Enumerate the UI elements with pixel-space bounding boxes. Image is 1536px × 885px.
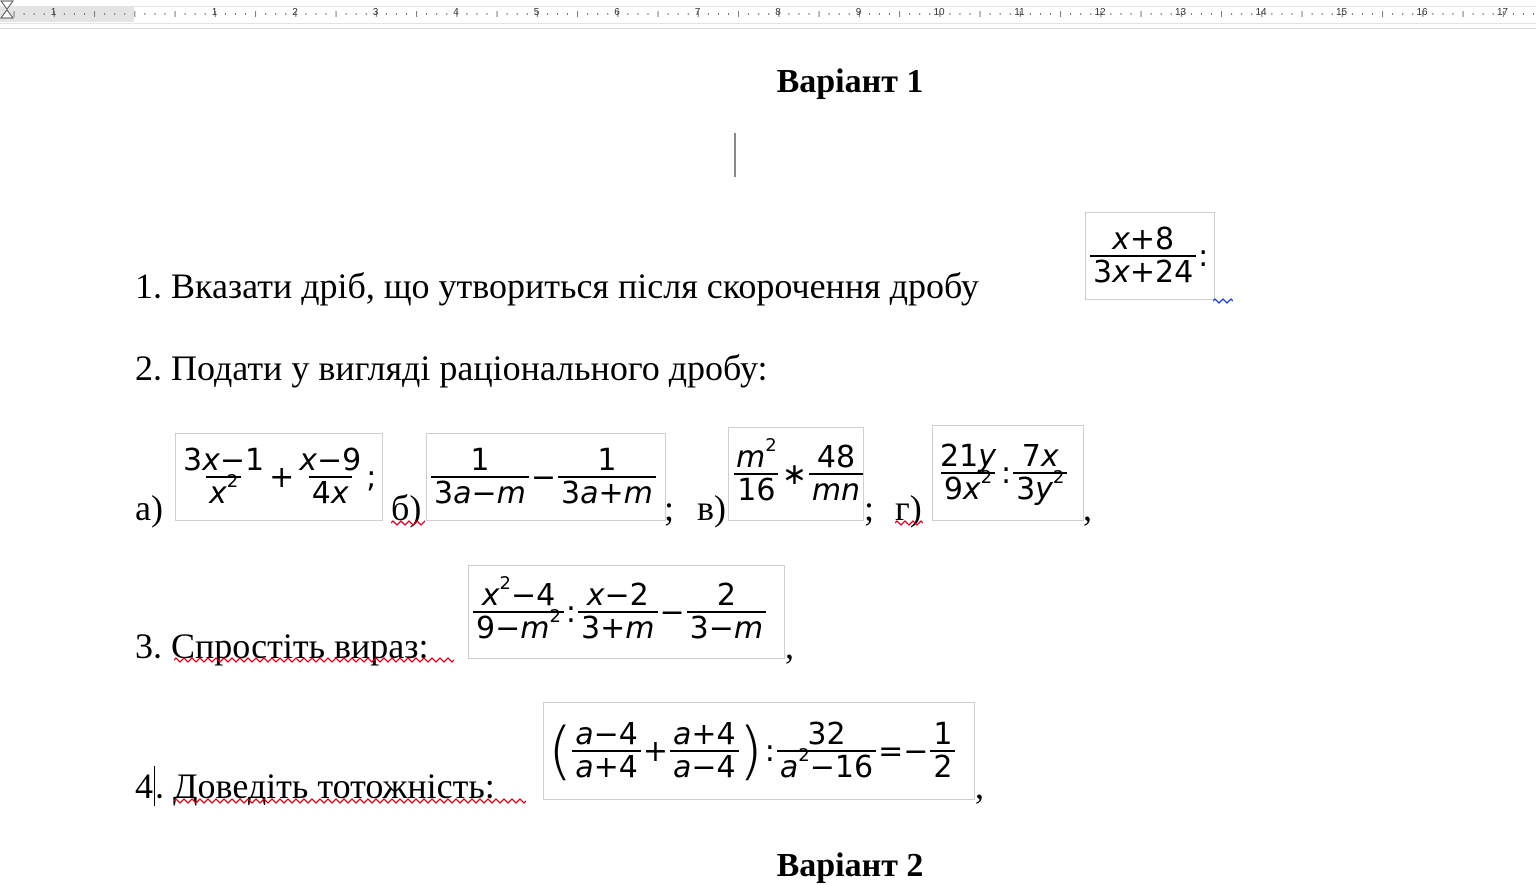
spell-underline	[174, 798, 526, 804]
ruler-number: 17	[1496, 7, 1509, 18]
ruler-number: 6	[614, 7, 620, 18]
semicolon-b: ;	[664, 488, 675, 528]
fraction: x+8 3x+24	[1090, 223, 1197, 289]
formula-v[interactable]: m2 16 ∗ 48 mn	[728, 427, 864, 521]
ruler-number: 2	[292, 7, 298, 18]
ruler-number: 14	[1255, 7, 1267, 18]
page-title: Варіант 1	[776, 63, 924, 100]
task-4-number: 4	[135, 766, 153, 806]
ruler-number: 9	[855, 7, 862, 18]
comma-3: ,	[785, 626, 794, 666]
ruler-number: 11	[1014, 7, 1025, 18]
indent-marker-icon[interactable]	[0, 0, 14, 20]
comma-4: ,	[975, 766, 984, 806]
spell-underline	[174, 657, 454, 663]
ruler-number: 1	[211, 7, 218, 18]
ruler-number: 3	[372, 7, 379, 18]
label-a: а)	[135, 488, 163, 528]
ruler-number: 8	[775, 7, 781, 18]
ruler-number: 13	[1174, 7, 1187, 18]
ruler-number: 16	[1416, 7, 1428, 18]
ruler-number: 7	[694, 7, 701, 18]
ruler-number: 10	[933, 7, 945, 18]
spell-underline	[895, 520, 923, 526]
ruler-number: 4	[453, 7, 459, 18]
formula-b[interactable]: 1 3a−m − 1 3a+m	[426, 433, 666, 521]
formula-g[interactable]: 21y 9x2 : 7x 3y2	[932, 425, 1084, 521]
text-cursor	[734, 133, 736, 177]
label-v: в)	[697, 488, 726, 528]
grammar-underline	[1213, 298, 1233, 304]
next-variant-title: Варіант 2	[776, 847, 924, 884]
ruler-ticks	[3, 11, 1534, 17]
task-3-formula[interactable]: x2−4 9−m2 : x−2 3+m − 2 3−m	[468, 565, 785, 659]
formula-a[interactable]: 3x−1 x2 + x−9 4x ;	[175, 433, 383, 521]
spell-underline	[391, 520, 425, 526]
task-2-text: 2. Подати у вигляді раціонального дробу:	[135, 348, 768, 388]
semicolon: ;	[366, 459, 377, 495]
ruler-number: 15	[1335, 7, 1348, 18]
comma-g: ,	[1083, 488, 1092, 528]
horizontal-ruler[interactable]: 1 1 2 3 4 5 6 7 8 9 10 11 12 13 14 15 16 17	[0, 0, 1536, 29]
ruler-number: 12	[1094, 7, 1106, 18]
ruler-number: 1	[50, 7, 57, 18]
document-page[interactable]: Варіант 1 1. Вказати дріб, що утвориться…	[0, 29, 1536, 884]
semicolon-v: ;	[864, 488, 875, 528]
task-4-formula[interactable]: ( a−4 a+4 + a+4 a−4 ) : 32 a2−16 =− 12	[543, 702, 975, 800]
task-1-formula[interactable]: x+8 3x+24 :	[1085, 212, 1215, 300]
ruler-number: 5	[533, 7, 540, 18]
colon: :	[1198, 238, 1209, 274]
task-1-text: 1. Вказати дріб, що утвориться після ско…	[135, 266, 979, 306]
